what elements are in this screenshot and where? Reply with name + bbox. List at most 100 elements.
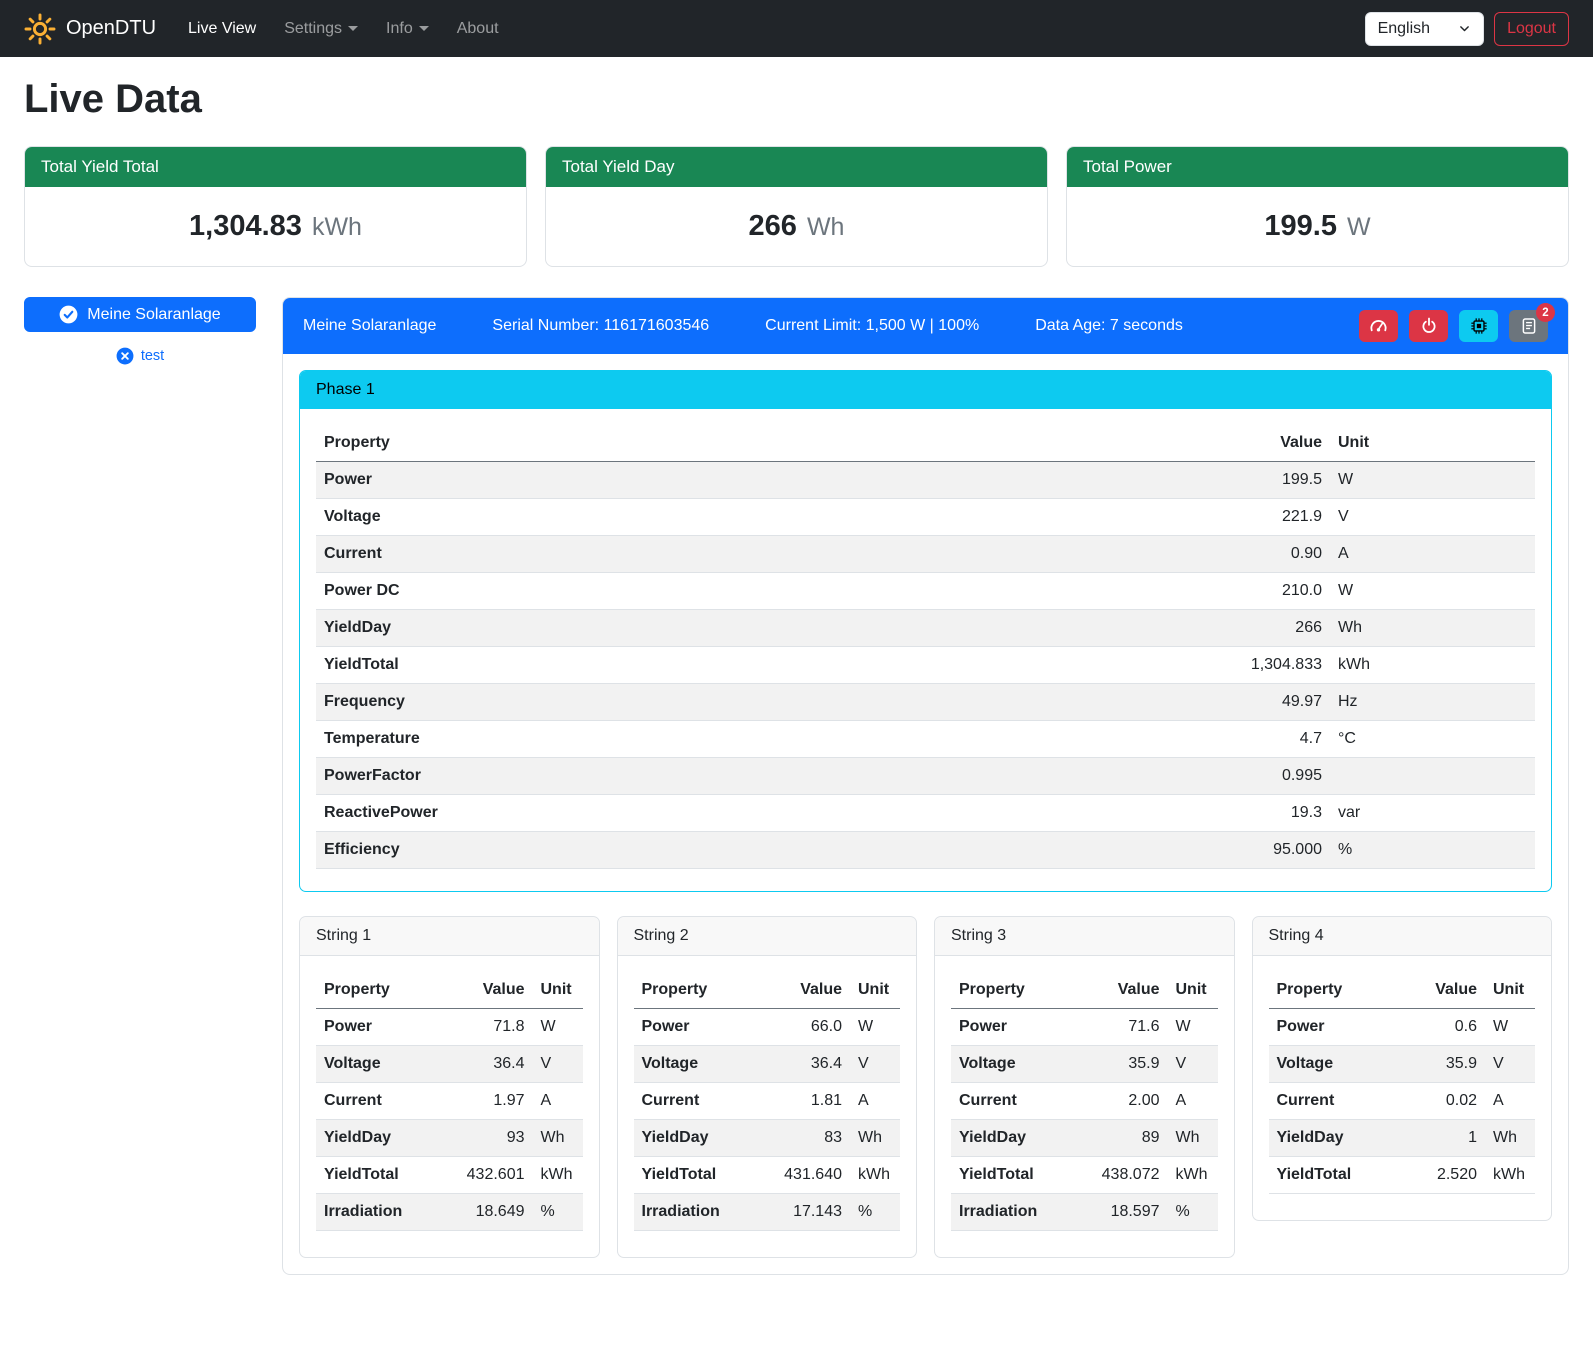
property-cell: Current	[316, 536, 1210, 573]
property-cell: Irradiation	[951, 1194, 1080, 1231]
column-header-property: Property	[316, 972, 445, 1009]
limit-settings-button[interactable]	[1359, 310, 1398, 342]
table-row: ReactivePower19.3var	[316, 795, 1535, 832]
summary-value: 199.5	[1264, 210, 1337, 243]
nav-settings-dropdown[interactable]: Settings	[270, 12, 372, 46]
summary-card-title: Total Power	[1067, 147, 1568, 187]
column-header-property: Property	[951, 972, 1080, 1009]
phase-card-body: Property Value Unit Power199.5WVoltage22…	[300, 409, 1551, 891]
value-cell: 18.649	[445, 1194, 533, 1231]
unit-cell: A	[533, 1083, 583, 1120]
nav-info-label: Info	[386, 20, 413, 37]
journal-icon	[1520, 317, 1538, 335]
string-card-title: String 1	[300, 917, 599, 956]
property-cell: Efficiency	[316, 832, 1210, 869]
unit-cell: %	[533, 1194, 583, 1231]
table-header-row: Property Value Unit	[1269, 972, 1536, 1009]
language-select[interactable]: English	[1365, 12, 1484, 46]
property-cell: Frequency	[316, 684, 1210, 721]
summary-card-body: 199.5 W	[1067, 187, 1568, 266]
table-row: Voltage36.4V	[316, 1046, 583, 1083]
table-row: YieldDay266Wh	[316, 610, 1535, 647]
table-row: PowerFactor0.995	[316, 758, 1535, 795]
property-cell: Current	[634, 1083, 763, 1120]
table-row: YieldTotal2.520kWh	[1269, 1157, 1536, 1194]
string-card-4: String 4 Property Value Unit	[1252, 916, 1553, 1221]
property-cell: Voltage	[634, 1046, 763, 1083]
power-button[interactable]	[1409, 310, 1448, 342]
data-age: Data Age: 7 seconds	[1035, 317, 1183, 335]
string-card-1: String 1 Property Value Unit	[299, 916, 600, 1258]
cpu-icon	[1470, 317, 1488, 335]
value-cell: 210.0	[1210, 573, 1330, 610]
sidebar-item-meine-solaranlage[interactable]: Meine Solaranlage	[24, 297, 256, 332]
table-row: Irradiation18.597%	[951, 1194, 1218, 1231]
property-cell: YieldDay	[316, 1120, 445, 1157]
property-cell: Power	[316, 462, 1210, 499]
sidebar-item-test[interactable]: test	[24, 347, 256, 365]
page-container: Live Data Total Yield Total 1,304.83 kWh…	[0, 57, 1593, 1295]
unit-cell: V	[1330, 499, 1535, 536]
string-card-body: Property Value Unit Power71.8WVoltage36.…	[300, 956, 599, 1257]
column-header-value: Value	[1210, 425, 1330, 462]
nav-info-dropdown[interactable]: Info	[372, 12, 443, 46]
value-cell: 4.7	[1210, 721, 1330, 758]
property-cell: Current	[316, 1083, 445, 1120]
property-cell: Current	[951, 1083, 1080, 1120]
gauge-icon	[1369, 317, 1388, 336]
unit-cell	[1330, 758, 1535, 795]
current-limit: Current Limit: 1,500 W | 100%	[765, 317, 979, 335]
device-info-button[interactable]	[1459, 310, 1498, 342]
value-cell: 71.6	[1080, 1009, 1168, 1046]
table-row: Current2.00A	[951, 1083, 1218, 1120]
table-row: Temperature4.7°C	[316, 721, 1535, 758]
summary-card-title: Total Yield Total	[25, 147, 526, 187]
value-cell: 49.97	[1210, 684, 1330, 721]
unit-cell: A	[1330, 536, 1535, 573]
unit-cell: Wh	[1330, 610, 1535, 647]
top-navbar: OpenDTU Live View Settings Info About En…	[0, 0, 1593, 57]
property-cell: Power	[316, 1009, 445, 1046]
brand-link[interactable]: OpenDTU	[24, 13, 156, 45]
unit-cell: W	[1168, 1009, 1218, 1046]
inverter-sidebar: Meine Solaranlage test	[24, 297, 256, 365]
property-cell: Irradiation	[316, 1194, 445, 1231]
string-table: Property Value Unit Power71.6WVoltage35.…	[951, 972, 1218, 1231]
summary-unit: Wh	[807, 213, 845, 242]
table-row: Frequency49.97Hz	[316, 684, 1535, 721]
summary-card-total-power: Total Power 199.5 W	[1066, 146, 1569, 267]
logout-button[interactable]: Logout	[1494, 12, 1569, 46]
unit-cell: kWh	[533, 1157, 583, 1194]
value-cell: 438.072	[1080, 1157, 1168, 1194]
x-circle-icon	[116, 347, 134, 365]
nav-about[interactable]: About	[443, 12, 513, 46]
table-row: YieldTotal1,304.833kWh	[316, 647, 1535, 684]
column-header-property: Property	[316, 425, 1210, 462]
table-row: Efficiency95.000%	[316, 832, 1535, 869]
value-cell: 18.597	[1080, 1194, 1168, 1231]
unit-cell: Wh	[1168, 1120, 1218, 1157]
value-cell: 1	[1397, 1120, 1485, 1157]
value-cell: 0.02	[1397, 1083, 1485, 1120]
summary-card-body: 266 Wh	[546, 187, 1047, 266]
event-log-button[interactable]: 2	[1509, 310, 1548, 342]
unit-cell: W	[850, 1009, 900, 1046]
property-cell: Voltage	[316, 499, 1210, 536]
table-header-row: Property Value Unit	[951, 972, 1218, 1009]
property-cell: YieldDay	[951, 1120, 1080, 1157]
value-cell: 0.6	[1397, 1009, 1485, 1046]
property-cell: YieldDay	[1269, 1120, 1398, 1157]
property-cell: YieldDay	[634, 1120, 763, 1157]
summary-value: 266	[749, 210, 797, 243]
phase-table: Property Value Unit Power199.5WVoltage22…	[316, 425, 1535, 869]
table-row: YieldDay1Wh	[1269, 1120, 1536, 1157]
nav-live-view[interactable]: Live View	[174, 12, 270, 46]
column-header-property: Property	[1269, 972, 1398, 1009]
property-cell: Power	[1269, 1009, 1398, 1046]
table-row: Current0.02A	[1269, 1083, 1536, 1120]
table-row: Voltage221.9V	[316, 499, 1535, 536]
table-header-row: Property Value Unit	[316, 425, 1535, 462]
value-cell: 93	[445, 1120, 533, 1157]
page-title: Live Data	[24, 77, 1569, 122]
value-cell: 35.9	[1080, 1046, 1168, 1083]
